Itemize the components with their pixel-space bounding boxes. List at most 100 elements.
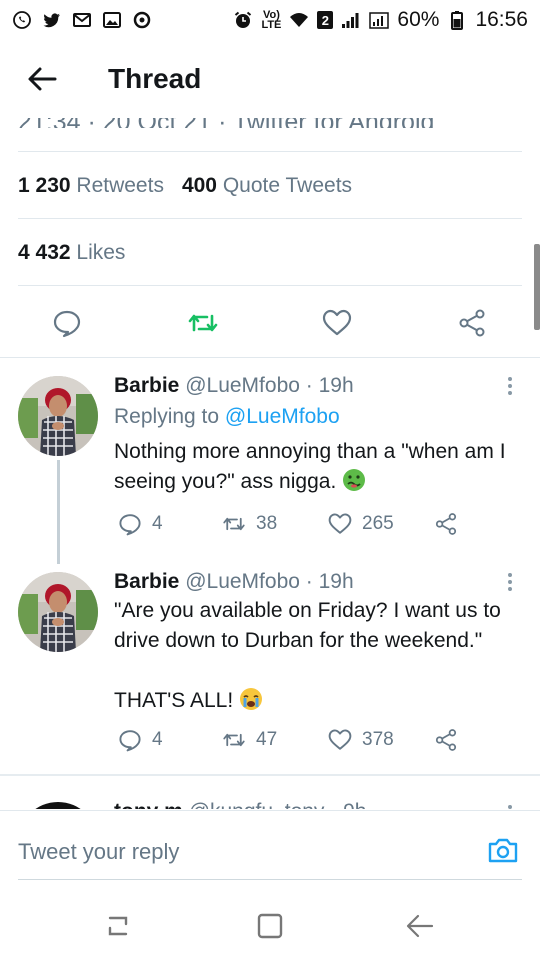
author-name[interactable]: Barbie: [114, 374, 179, 397]
reply-action-bar: 4 38 265: [114, 512, 524, 542]
replying-to-label: Replying to: [114, 405, 220, 428]
retweet-icon: [223, 517, 245, 531]
crying-face-icon: [239, 687, 263, 711]
share-button[interactable]: [434, 728, 458, 752]
reply-input[interactable]: Tweet your reply: [18, 839, 179, 865]
volte-indicator: Vo) LTE: [261, 9, 282, 31]
reply-count: 4: [152, 513, 163, 534]
share-button[interactable]: [455, 306, 489, 340]
camera-icon: [488, 838, 518, 863]
replying-to-link[interactable]: @LueMfobo: [225, 405, 340, 428]
reply-composer: Tweet your reply: [0, 810, 540, 892]
quotes-label: Quote Tweets: [222, 174, 353, 197]
like-button[interactable]: 378: [328, 728, 394, 752]
tweet-body-line-2-wrap: THAT'S ALL!: [114, 686, 524, 716]
retweets-label: Retweets: [76, 174, 164, 197]
next-reply-peek[interactable]: tony m @kungfu_tony · 9h: [0, 790, 540, 809]
battery-percent: 60%: [397, 8, 440, 31]
tweet-body: Nothing more annoying than a "when am I …: [114, 440, 506, 493]
divider: [0, 774, 540, 776]
author-name[interactable]: Barbie: [114, 570, 179, 593]
reply-header: tony m @kungfu_tony · 9h: [114, 800, 366, 809]
retweet-button[interactable]: 38: [222, 512, 277, 536]
notification-icons: [12, 10, 152, 30]
divider: [18, 285, 522, 286]
gallery-icon: [102, 10, 122, 30]
gmail-icon: [72, 10, 92, 30]
replying-to: Replying to @LueMfobo: [114, 405, 340, 429]
system-nav-bar: [0, 892, 540, 960]
retweet-count: 47: [256, 729, 278, 750]
home-button[interactable]: [254, 910, 286, 942]
divider: [0, 357, 540, 358]
app-header: Thread: [0, 40, 540, 118]
reply-tweet[interactable]: Barbie @LueMfobo · 19h Replying to @LueM…: [0, 360, 540, 564]
recents-icon: [108, 916, 128, 936]
retweet-count: 38: [256, 513, 278, 534]
signal-icon-2: [369, 10, 390, 30]
like-icon: [322, 309, 352, 336]
share-icon: [459, 309, 485, 337]
back-button[interactable]: [12, 49, 72, 109]
clock: 16:56: [475, 8, 528, 31]
battery-icon: [447, 10, 467, 30]
alarm-icon: [233, 10, 253, 30]
reply-icon: [119, 730, 141, 752]
camera-button[interactable]: [486, 833, 520, 867]
more-options-button[interactable]: [500, 374, 520, 398]
author-name[interactable]: tony m: [114, 800, 183, 809]
share-icon: [435, 513, 457, 535]
tweet-text: Nothing more annoying than a "when am I …: [114, 437, 524, 497]
reply-icon: [53, 310, 81, 338]
whatsapp-icon: [12, 10, 32, 30]
reply-button[interactable]: 4: [118, 728, 163, 752]
page-title: Thread: [108, 63, 202, 94]
reply-button[interactable]: 4: [118, 512, 163, 536]
like-icon: [328, 729, 352, 750]
likes-stats[interactable]: 4 432 Likes: [18, 241, 125, 265]
reply-icon: [119, 514, 141, 536]
reply-header: Barbie @LueMfobo · 19h: [114, 374, 354, 398]
arrow-left-icon: [28, 67, 57, 91]
user-avatar-image: [18, 376, 98, 456]
retweet-button[interactable]: [186, 306, 220, 340]
retweets-count: 1 230: [18, 174, 71, 197]
back-nav-button[interactable]: [404, 910, 436, 942]
sim-badge: 2: [317, 11, 334, 29]
tweet-action-bar: [0, 298, 540, 348]
wifi-icon: [289, 10, 309, 30]
reply-button[interactable]: [50, 306, 84, 340]
more-options-button[interactable]: [500, 570, 520, 594]
divider: [18, 151, 522, 152]
share-button[interactable]: [434, 512, 458, 536]
avatar[interactable]: [18, 376, 98, 456]
record-icon: [132, 10, 152, 30]
reply-header: Barbie @LueMfobo · 19h: [114, 570, 354, 594]
user-avatar-image: [18, 572, 98, 652]
tweet-text: "Are you available on Friday? I want us …: [114, 596, 524, 716]
like-button[interactable]: 265: [328, 512, 394, 536]
retweet-icon: [188, 314, 218, 332]
reply-tweet[interactable]: Barbie @LueMfobo · 19h "Are you availabl…: [0, 556, 540, 770]
avatar[interactable]: [18, 802, 98, 809]
quotes-count: 400: [181, 174, 217, 197]
more-vertical-icon: [508, 377, 512, 395]
retweet-icon: [223, 733, 245, 747]
retweet-button[interactable]: 47: [222, 728, 277, 752]
like-button[interactable]: [320, 306, 354, 340]
more-options-button[interactable]: [500, 802, 520, 809]
home-icon: [257, 913, 283, 939]
scrollbar-thumb[interactable]: [534, 244, 540, 330]
nauseated-face-icon: [342, 468, 366, 492]
author-handle: @LueMfobo · 19h: [185, 374, 354, 397]
twitter-icon: [42, 10, 62, 30]
recents-button[interactable]: [102, 910, 134, 942]
avatar[interactable]: [18, 572, 98, 652]
signal-icon: [341, 10, 361, 30]
tweet-body-line-2: THAT'S ALL!: [114, 689, 234, 712]
retweet-quote-stats[interactable]: 1 230 Retweets 400 Quote Tweets: [18, 174, 352, 198]
composer-underline: [18, 879, 522, 880]
likes-count: 4 432: [18, 241, 71, 264]
reply-count: 4: [152, 729, 163, 750]
status-bar: Vo) LTE 2 60% 16:56: [0, 0, 540, 40]
